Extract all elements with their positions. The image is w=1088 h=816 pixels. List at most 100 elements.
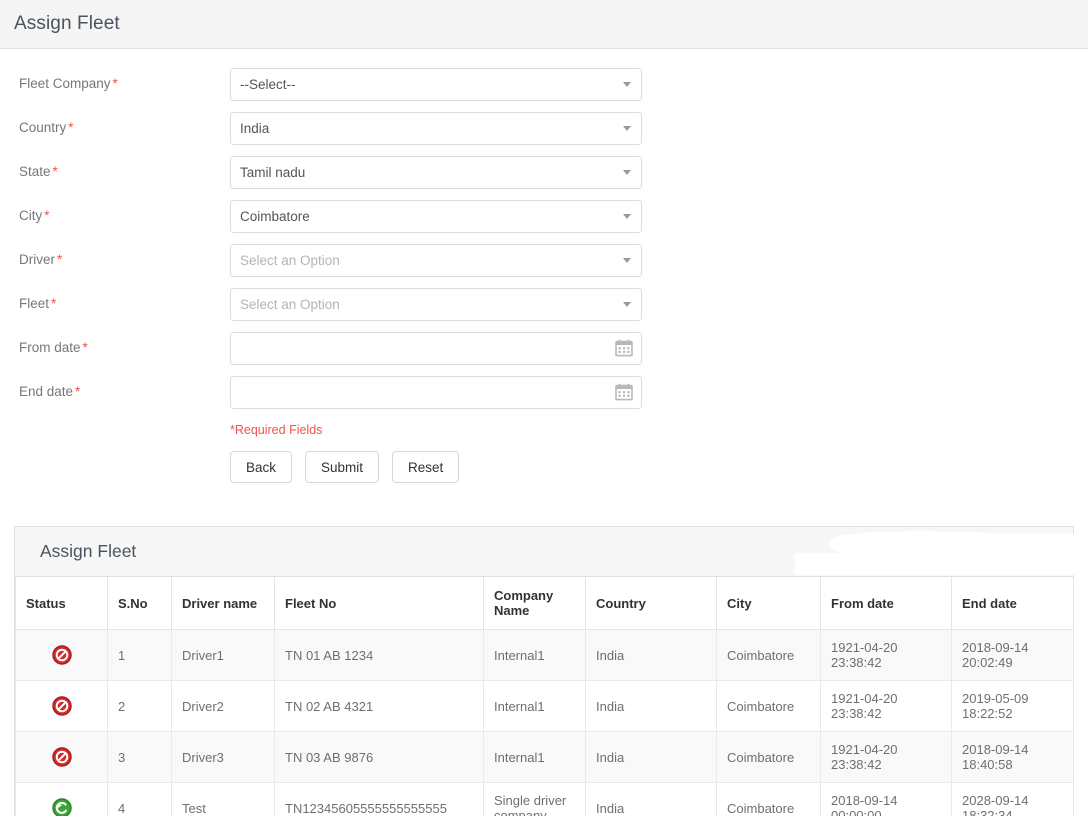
city-select[interactable]: Coimbatore: [230, 200, 642, 233]
cell-sno: 2: [107, 680, 172, 732]
blocked-status-icon[interactable]: [51, 746, 73, 768]
column-header-sno[interactable]: S.No: [107, 577, 172, 630]
cell-fleet-no: TN 03 AB 9876: [274, 731, 484, 783]
driver-select[interactable]: Select an Option: [230, 244, 642, 277]
form-row-country: Country * India: [0, 112, 1088, 156]
cell-city: Coimbatore: [716, 680, 821, 732]
label-text: City: [19, 208, 43, 223]
assign-fleet-table: Status S.No Driver name Fleet No Company…: [15, 577, 1074, 816]
cell-from-date: 1921-04-20 23:38:42: [820, 731, 952, 783]
required-asterisk: *: [112, 76, 118, 91]
column-header-driver-name[interactable]: Driver name: [171, 577, 275, 630]
form-row-end-date: End date *: [0, 376, 1088, 420]
cell-fleet-no: TN 01 AB 1234: [274, 629, 484, 681]
panel-title: Assign Fleet: [40, 541, 137, 561]
table-row: 3 Driver3 TN 03 AB 9876 Internal1 India …: [15, 731, 1074, 783]
label-end-date: End date *: [0, 376, 230, 402]
form-actions: Back Submit Reset: [230, 437, 1088, 483]
label-state: State *: [0, 156, 230, 182]
reset-button[interactable]: Reset: [392, 451, 460, 483]
cell-status: [15, 680, 108, 732]
form-row-city: City * Coimbatore: [0, 200, 1088, 244]
label-country: Country *: [0, 112, 230, 138]
label-text: Country: [19, 120, 67, 135]
required-asterisk: *: [75, 384, 81, 399]
state-select[interactable]: Tamil nadu: [230, 156, 642, 189]
field-fleet-company: --Select--: [230, 68, 642, 101]
field-country: India: [230, 112, 642, 145]
submit-button[interactable]: Submit: [305, 451, 380, 483]
label-text: Fleet: [19, 296, 50, 311]
cell-driver-name: Driver2: [171, 680, 275, 732]
cell-driver-name: Driver1: [171, 629, 275, 681]
blocked-status-icon[interactable]: [51, 695, 73, 717]
required-asterisk: *: [82, 340, 88, 355]
column-header-end-date[interactable]: End date: [951, 577, 1074, 630]
chevron-down-icon: [623, 302, 631, 307]
cell-from-date: 1921-04-20 23:38:42: [820, 629, 952, 681]
cell-company-name: Single driver company: [483, 782, 586, 816]
cell-end-date: 2019-05-09 18:22:52: [951, 680, 1074, 732]
field-state: Tamil nadu: [230, 156, 642, 189]
page-title: Assign Fleet: [14, 13, 120, 34]
cell-sno: 3: [107, 731, 172, 783]
fleet-company-select[interactable]: --Select--: [230, 68, 642, 101]
form-row-driver: Driver * Select an Option: [0, 244, 1088, 288]
column-header-from-date[interactable]: From date: [820, 577, 952, 630]
column-header-country[interactable]: Country: [585, 577, 717, 630]
required-asterisk: *: [68, 120, 74, 135]
table-row: 1 Driver1 TN 01 AB 1234 Internal1 India …: [15, 629, 1074, 681]
assign-fleet-form: Fleet Company * --Select-- Country * India…: [0, 49, 1088, 483]
assign-fleet-list-panel: Assign Fleet Status S.No Driver name Fle…: [14, 526, 1088, 816]
label-text: Fleet Company: [19, 76, 111, 91]
cell-status: [15, 629, 108, 681]
cell-sno: 4: [107, 782, 172, 816]
calendar-icon[interactable]: [615, 383, 633, 401]
form-row-fleet: Fleet * Select an Option: [0, 288, 1088, 332]
label-driver: Driver *: [0, 244, 230, 270]
cell-company-name: Internal1: [483, 629, 586, 681]
column-header-city[interactable]: City: [716, 577, 821, 630]
column-header-fleet-no[interactable]: Fleet No: [274, 577, 484, 630]
cell-city: Coimbatore: [716, 731, 821, 783]
field-from-date: [230, 332, 642, 365]
calendar-icon[interactable]: [615, 339, 633, 357]
chevron-down-icon: [623, 258, 631, 263]
page-header: Assign Fleet: [0, 0, 1088, 49]
field-city: Coimbatore: [230, 200, 642, 233]
cell-status: [15, 782, 108, 816]
required-fields-note: *Required Fields: [230, 423, 323, 437]
table-row: 2 Driver2 TN 02 AB 4321 Internal1 India …: [15, 680, 1074, 732]
table-header-row: Status S.No Driver name Fleet No Company…: [15, 577, 1074, 630]
cell-country: India: [585, 629, 717, 681]
active-status-icon[interactable]: [51, 797, 73, 816]
cell-sno: 1: [107, 629, 172, 681]
required-asterisk: *: [52, 164, 58, 179]
cell-status: [15, 731, 108, 783]
required-asterisk: *: [51, 296, 57, 311]
cell-country: India: [585, 680, 717, 732]
label-city: City *: [0, 200, 230, 226]
form-row-state: State * Tamil nadu: [0, 156, 1088, 200]
from-date-input[interactable]: [230, 332, 642, 365]
cell-driver-name: Test: [171, 782, 275, 816]
cell-from-date: 1921-04-20 23:38:42: [820, 680, 952, 732]
cell-end-date: 2028-09-14 18:32:34: [951, 782, 1074, 816]
column-header-status[interactable]: Status: [15, 577, 108, 630]
column-header-company-name[interactable]: Company Name: [483, 577, 586, 630]
blocked-status-icon[interactable]: [51, 644, 73, 666]
cell-fleet-no: TN12345605555555555555: [274, 782, 484, 816]
back-button[interactable]: Back: [230, 451, 293, 483]
chevron-down-icon: [623, 170, 631, 175]
country-select[interactable]: India: [230, 112, 642, 145]
label-fleet: Fleet *: [0, 288, 230, 314]
chevron-down-icon: [623, 126, 631, 131]
cell-city: Coimbatore: [716, 782, 821, 816]
cell-end-date: 2018-09-14 20:02:49: [951, 629, 1074, 681]
end-date-input[interactable]: [230, 376, 642, 409]
panel-header: Assign Fleet: [15, 527, 1073, 577]
label-text: From date: [19, 340, 81, 355]
fleet-select[interactable]: Select an Option: [230, 288, 642, 321]
table-body: 1 Driver1 TN 01 AB 1234 Internal1 India …: [15, 629, 1074, 816]
label-from-date: From date *: [0, 332, 230, 358]
